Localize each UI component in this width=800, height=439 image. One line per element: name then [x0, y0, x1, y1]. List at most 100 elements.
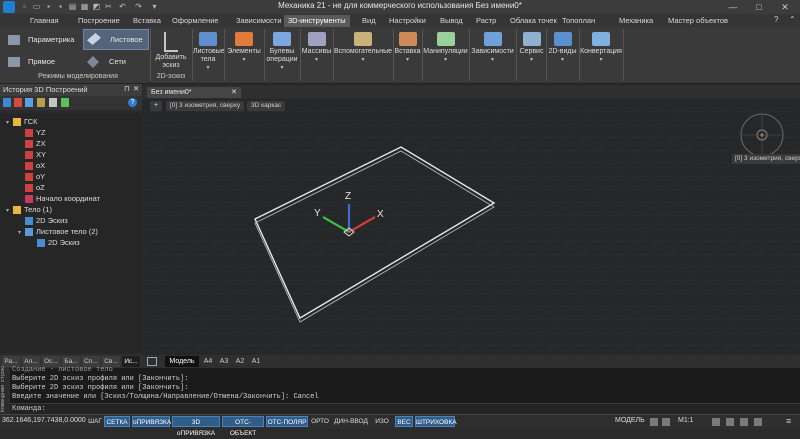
layout-menu-icon[interactable] — [147, 357, 157, 366]
ribbon-collapse-icon[interactable]: ⌃ — [789, 15, 799, 25]
document-tab[interactable]: Без имени0* ✕ — [147, 87, 241, 98]
scale-label[interactable]: M1:1 — [678, 417, 694, 424]
dependencies-button[interactable]: Зависимости ▾ — [470, 30, 515, 63]
visual-style-button[interactable]: 3D каркас — [247, 101, 286, 111]
status-icon[interactable] — [740, 418, 748, 426]
layout-tab[interactable]: A2 — [233, 356, 247, 367]
expand-toggle-icon[interactable]: ▾ — [6, 206, 13, 217]
manipulations-button[interactable]: Манипуляции ▾ — [423, 30, 468, 63]
menu-tab[interactable]: Зависимости — [236, 15, 282, 27]
status-toggle[interactable]: оПРИВЯЗКА — [132, 416, 171, 427]
tree-node[interactable]: Начало координат — [18, 193, 100, 204]
panel-pin-icon[interactable]: ⊓ — [124, 84, 130, 93]
sheet-mode-button[interactable]: Листовое — [83, 29, 149, 50]
tree-node[interactable]: ▾ Листовое тело (2) — [18, 226, 98, 237]
layout-tab[interactable]: Модель — [165, 356, 199, 367]
menu-tab[interactable]: Построение — [78, 15, 120, 27]
menu-tab[interactable]: Оформление — [172, 15, 219, 27]
tree-node[interactable]: oX — [18, 160, 45, 171]
arrays-button[interactable]: Массивы ▾ — [301, 30, 332, 63]
command-side-bar[interactable]: Командная строка — [0, 366, 10, 414]
status-toggle[interactable]: ДИН-ВВОД — [332, 416, 370, 427]
expand-toggle-icon[interactable]: ▾ — [18, 228, 25, 239]
coordinates-readout[interactable]: 362.1646,197.7438,0.0000 — [2, 417, 86, 424]
status-toggle[interactable]: ОРТО — [310, 416, 330, 427]
tree-node[interactable]: 2D Эскиз — [18, 215, 68, 226]
status-toggle[interactable]: ИЗО — [372, 416, 392, 427]
insert-button[interactable]: Вставка ▾ — [394, 30, 421, 63]
menu-tab[interactable]: Мастер объектов — [668, 15, 728, 27]
tree-node[interactable]: YZ — [18, 127, 46, 138]
document-tabbar: Без имени0* ✕ — [143, 86, 800, 98]
menu-tab[interactable]: Вставка — [133, 15, 161, 27]
close-button[interactable]: ✕ — [774, 0, 796, 14]
view-preset-button[interactable]: [0] 3 изометрия, сверху — [166, 101, 245, 111]
minimize-button[interactable]: — — [722, 0, 744, 14]
status-icon[interactable] — [712, 418, 720, 426]
model-viewport[interactable]: Z X Y + [0] 3 изометрия, сверху 3D карка… — [143, 98, 800, 355]
menu-tab[interactable]: Механика — [619, 15, 653, 27]
status-icon[interactable] — [662, 418, 670, 426]
tree-icon[interactable] — [14, 98, 22, 107]
expand-toggle-icon[interactable]: ▾ — [6, 118, 13, 129]
views2d-button[interactable]: 2D-виды ▾ — [547, 30, 578, 63]
settings-icon[interactable] — [37, 98, 45, 107]
menu-tab[interactable]: Главная — [30, 15, 59, 27]
help-panel-icon[interactable]: ? — [128, 98, 137, 107]
tree-node[interactable]: ▾ ГСК — [6, 116, 38, 127]
tree-node[interactable]: oZ — [18, 182, 45, 193]
left-panel-tab[interactable]: Ис... — [122, 356, 140, 367]
tree-node[interactable]: 2D Эскиз — [30, 237, 80, 248]
tree-node-label: ГСК — [24, 117, 38, 126]
add-sketch-button[interactable]: Добавить эскиз — [152, 30, 190, 70]
tree-node[interactable]: oY — [18, 171, 45, 182]
auxiliary-button[interactable]: Вспомогательные ▾ — [334, 30, 392, 63]
layout-tab[interactable]: A4 — [201, 356, 215, 367]
status-toggle[interactable]: ОТС-ОБЪЕКТ — [222, 416, 264, 437]
status-toggle[interactable]: ВЕС — [395, 416, 413, 427]
rebuild-icon[interactable] — [49, 98, 57, 107]
help-icon[interactable]: ? — [774, 15, 784, 25]
viewcube-label[interactable]: [0] 3 изометрия, сверху — [732, 154, 800, 164]
maximize-button[interactable]: □ — [748, 0, 770, 14]
layout-tab[interactable]: A1 — [249, 356, 263, 367]
select-icon[interactable] — [61, 98, 69, 107]
status-toggle[interactable]: СЕТКА — [104, 416, 130, 427]
menu-tab[interactable]: Облака точек — [510, 15, 557, 27]
status-toggle[interactable]: 3D оПРИВЯЗКА — [172, 416, 220, 437]
menu-tab[interactable]: Топоплан — [562, 15, 595, 27]
display-icon[interactable] — [25, 98, 33, 107]
document-tab-close-icon[interactable]: ✕ — [231, 87, 237, 98]
status-icon[interactable] — [726, 418, 734, 426]
param-mode-button[interactable]: Параметрика — [6, 31, 76, 49]
menu-tab[interactable]: Вид — [362, 15, 376, 27]
tree-node[interactable]: ▾ Тело (1) — [6, 204, 52, 215]
menu-tab[interactable]: Вывод — [440, 15, 463, 27]
status-toggle[interactable]: ШАГ — [87, 416, 103, 427]
conversion-button[interactable]: Конвертация ▾ — [580, 30, 622, 63]
menu-tab[interactable]: Растр — [476, 15, 496, 27]
status-icon[interactable] — [754, 418, 762, 426]
view-plus-button[interactable]: + — [150, 101, 162, 111]
panel-close-icon[interactable]: ✕ — [133, 84, 139, 93]
filter-icon[interactable] — [3, 98, 11, 107]
service-button[interactable]: Сервис ▾ — [518, 30, 545, 63]
status-toggle[interactable]: ШТРИХОВКА — [415, 416, 457, 427]
layout-tab[interactable]: A3 — [217, 356, 231, 367]
sketch-group-label[interactable]: 2D-эскиз — [152, 73, 190, 80]
dependencies-icon — [483, 32, 502, 46]
menu-tab[interactable]: Настройки — [389, 15, 426, 27]
model-space-label[interactable]: МОДЕЛЬ — [615, 417, 645, 424]
status-menu-icon[interactable]: ≡ — [786, 416, 791, 426]
sheet-bodies-button[interactable]: Листовые тела ▾ — [193, 30, 225, 71]
viewport-canvas[interactable]: Z X Y — [143, 98, 800, 355]
status-icon[interactable] — [650, 418, 658, 426]
status-toggle[interactable]: ОТС-ПОЛЯР — [266, 416, 308, 427]
tree-node[interactable]: XY — [18, 149, 46, 160]
menu-tab[interactable]: 3D-инструменты — [284, 15, 350, 27]
boolean-button[interactable]: Булевы операции ▾ — [265, 30, 299, 71]
direct-mode-button[interactable]: Прямое — [6, 53, 76, 71]
mesh-mode-button[interactable]: Сети — [83, 53, 147, 71]
elements-button[interactable]: Элементы ▾ — [225, 30, 263, 63]
tree-node[interactable]: ZX — [18, 138, 46, 149]
